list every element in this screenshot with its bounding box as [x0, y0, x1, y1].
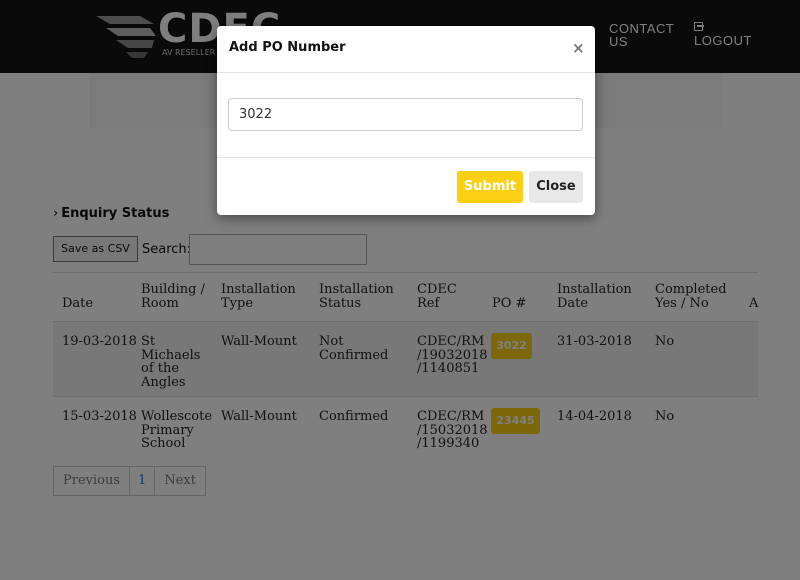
modal-footer: Submit Close — [217, 157, 595, 215]
close-button[interactable]: Close — [529, 171, 583, 203]
po-number-input[interactable]: 3022 — [228, 98, 583, 131]
modal-title: Add PO Number — [229, 40, 346, 55]
modal-header: Add PO Number × — [217, 26, 595, 73]
close-icon[interactable]: × — [572, 39, 585, 57]
submit-button[interactable]: Submit — [457, 171, 523, 203]
add-po-modal: Add PO Number × 3022 Submit Close — [217, 26, 595, 215]
